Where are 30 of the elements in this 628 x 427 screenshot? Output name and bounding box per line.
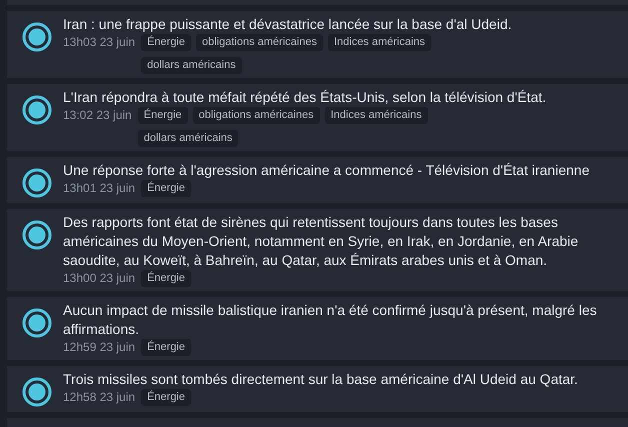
news-headline[interactable]: Iran : une frappe puissante et dévastatrice lancée sur la base d'al Udeid. [63, 15, 618, 34]
news-headline[interactable]: Une réponse forte à l'agression américaine a commencé - Télévision d'État iranienne [63, 161, 618, 180]
news-time: 13h00 23 juin [63, 270, 136, 287]
tag-chip[interactable]: Énergie [141, 180, 191, 197]
tag-chip[interactable]: Énergie [138, 107, 188, 124]
news-headline[interactable]: Des rapports font état de sirènes qui retentissent toujours dans toutes les bases américaines du Moyen-Orient, notamment en Syrie, en Irak, en Jordanie, en Arabie saoudite, au Koweït, à Bahreïn, au Qatar, aux Émirats arabes unis et à Oman. [63, 213, 618, 270]
news-time: 12h59 23 juin [63, 339, 136, 356]
news-time: 13h01 23 juin [63, 180, 136, 197]
tag-chip[interactable]: Énergie [141, 34, 191, 51]
circle-icon [21, 219, 53, 251]
circle-icon [21, 307, 53, 339]
news-headline[interactable]: L'Iran répondra à toute méfait répété des États-Unis, selon la télévision d'État. [63, 88, 618, 107]
tag-chip[interactable]: Énergie [141, 339, 191, 356]
tag-chip[interactable]: Indices américains [324, 107, 428, 124]
circle-icon [21, 376, 53, 408]
tag-chip[interactable]: dollars américains [141, 57, 242, 74]
circle-icon [21, 94, 53, 126]
news-headline[interactable]: Trois missiles sont tombés directement sur la base américaine d'Al Udeid au Qatar. [63, 370, 618, 389]
news-headline[interactable]: Aucun impact de missile balistique iranien n'a été confirmé jusqu'à présent, malgré les affirmations. [63, 301, 618, 339]
circle-icon [21, 21, 53, 53]
circle-icon [21, 167, 53, 199]
tag-chip[interactable]: Énergie [141, 389, 191, 406]
tag-chip[interactable]: Indices américains [328, 34, 432, 51]
tag-chip[interactable]: obligations américaines [196, 34, 323, 51]
tag-chip[interactable]: Énergie [141, 270, 191, 287]
news-time: 12h58 23 juin [63, 389, 136, 406]
news-time: 13:02 23 juin [63, 107, 132, 124]
news-time: 13h03 23 juin [63, 34, 136, 51]
tag-chip[interactable]: dollars américains [138, 130, 238, 147]
tag-chip[interactable]: obligations américaines [192, 107, 320, 124]
